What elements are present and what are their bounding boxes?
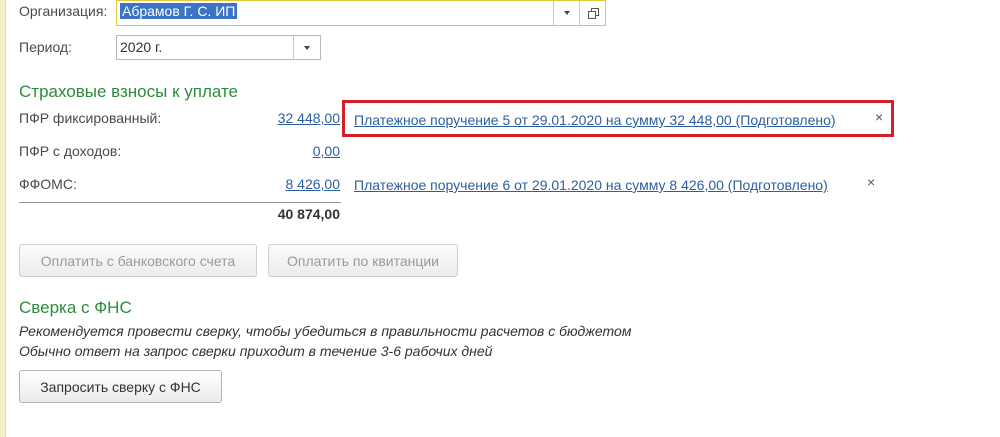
organization-dropdown-button[interactable] [553,1,580,25]
pfr-fixed-label: ПФР фиксированный: [19,110,162,126]
reconciliation-note-2: Обычно ответ на запрос сверки приходит в… [19,343,493,359]
remove-payment-5-icon[interactable]: × [875,109,883,125]
chevron-down-icon [564,11,570,15]
organization-field[interactable]: Абрамов Г. С. ИП [116,0,606,26]
chevron-down-icon [304,45,310,50]
left-panel-edge [0,0,6,437]
ffoms-amount-link[interactable]: 8 426,00 [250,176,341,192]
request-reconciliation-button[interactable]: Запросить сверку с ФНС [19,370,222,403]
organization-value: Абрамов Г. С. ИП [120,3,238,19]
reconciliation-section-title: Сверка с ФНС [19,298,132,317]
open-form-icon [587,8,599,19]
pfr-income-amount-link[interactable]: 0,00 [250,143,340,159]
pfr-fixed-amount-link[interactable]: 32 448,00 [250,110,340,126]
pay-from-bank-button[interactable]: Оплатить с банковского счета [19,244,257,277]
period-field[interactable]: 2020 г. [116,35,321,60]
period-dropdown-button[interactable] [293,36,320,59]
organization-label: Организация: [19,3,108,19]
ffoms-label: ФФОМС: [19,176,77,192]
pfr-income-label: ПФР с доходов: [19,143,122,159]
period-value: 2020 г. [120,39,163,55]
total-divider [19,202,341,203]
organization-open-button[interactable] [579,1,605,25]
remove-payment-6-icon[interactable]: × [867,174,875,190]
pay-by-receipt-button[interactable]: Оплатить по квитанции [268,244,458,277]
reconciliation-note-1: Рекомендуется провести сверку, чтобы убе… [19,323,632,339]
period-label: Период: [19,39,72,55]
contributions-section-title: Страховые взносы к уплате [19,82,238,101]
payment-order-6-link[interactable]: Платежное поручение 6 от 29.01.2020 на с… [354,177,828,193]
total-amount: 40 874,00 [277,206,340,222]
payment-order-5-link[interactable]: Платежное поручение 5 от 29.01.2020 на с… [354,112,836,128]
